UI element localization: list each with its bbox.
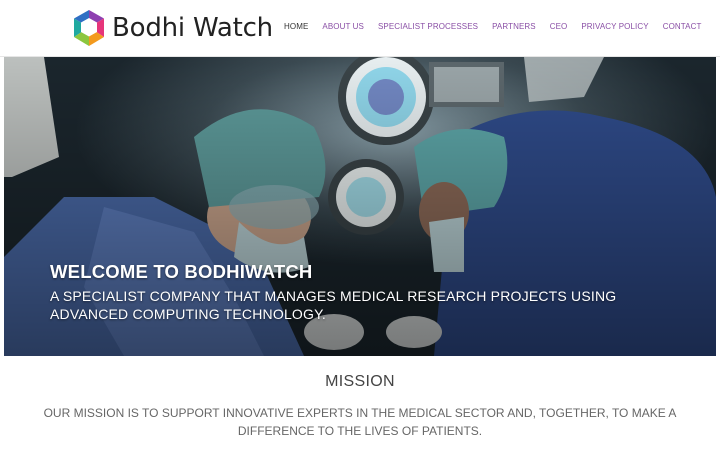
main-nav: HOME ABOUT US SPECIALIST PROCESSES PARTN…: [284, 22, 701, 31]
nav-item-ceo[interactable]: CEO: [550, 22, 568, 31]
hero-banner: WELCOME TO BODHIWATCH A SPECIALIST COMPA…: [4, 57, 716, 356]
nav-item-home[interactable]: HOME: [284, 22, 308, 31]
nav-item-privacy-policy[interactable]: PRIVACY POLICY: [581, 22, 648, 31]
brand-name[interactable]: Bodhi Watch: [112, 13, 273, 43]
nav-item-about-us[interactable]: ABOUT US: [322, 22, 364, 31]
hero-subtitle: A SPECIALIST COMPANY THAT MANAGES MEDICA…: [50, 288, 617, 322]
mission-heading: MISSION: [325, 373, 395, 390]
nav-item-contact[interactable]: CONTACT: [663, 22, 702, 31]
hexagon-logo-icon[interactable]: [72, 9, 106, 47]
hero-title: WELCOME TO BODHIWATCH: [50, 261, 313, 282]
mission-text: OUR MISSION IS TO SUPPORT INNOVATIVE EXP…: [43, 406, 677, 438]
nav-item-specialist-processes[interactable]: SPECIALIST PROCESSES: [378, 22, 478, 31]
nav-item-partners[interactable]: PARTNERS: [492, 22, 536, 31]
site-header: Bodhi Watch HOME ABOUT US SPECIALIST PRO…: [0, 0, 720, 57]
